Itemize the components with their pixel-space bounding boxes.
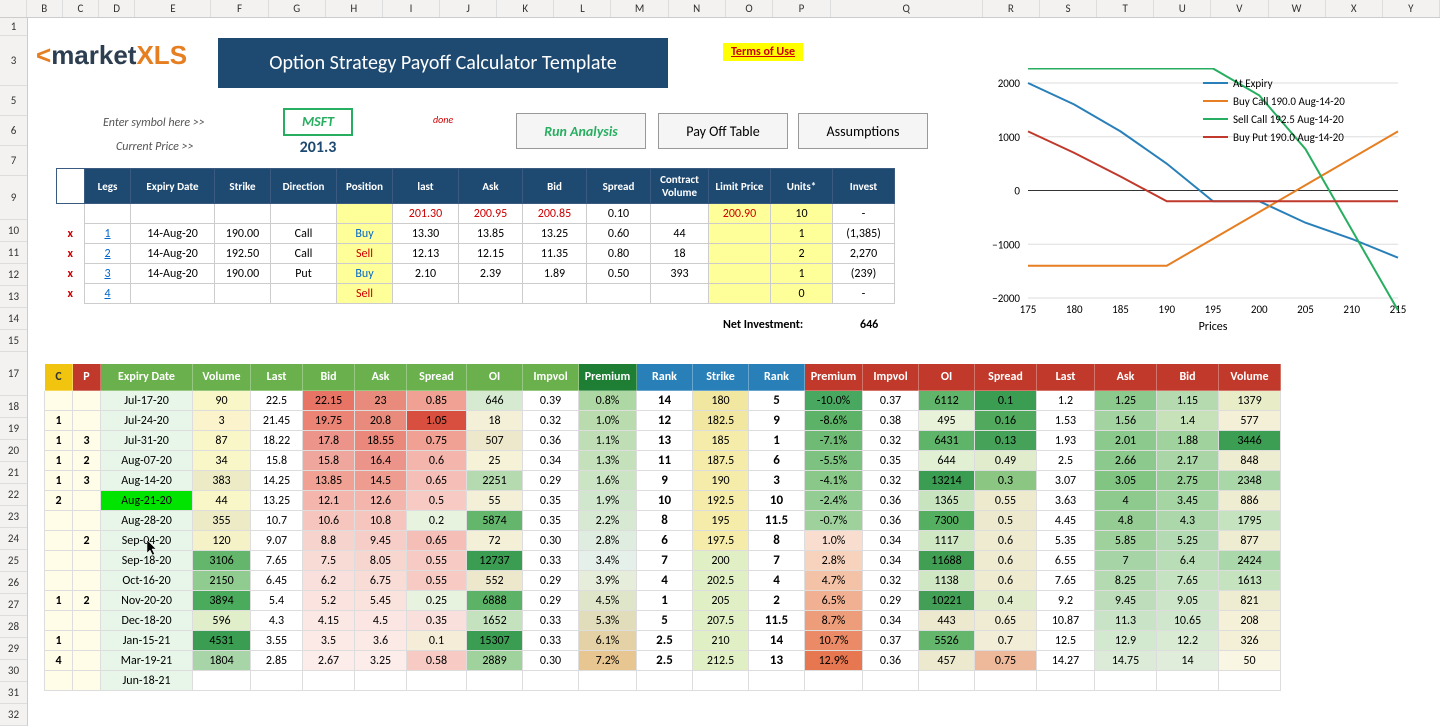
legs-table: LegsExpiry DateStrikeDirectionPositionla… <box>56 168 895 304</box>
svg-text:190: 190 <box>1158 303 1175 316</box>
enter-symbol-label: Enter symbol here >> <box>103 116 205 130</box>
terms-link[interactable]: Terms of Use <box>723 43 803 61</box>
payoff-table-button[interactable]: Pay Off Table <box>658 113 788 149</box>
svg-text:195: 195 <box>1205 303 1222 316</box>
svg-text:−2000: −2000 <box>992 292 1020 305</box>
done-status: done <box>433 113 453 126</box>
page-title: Option Strategy Payoff Calculator Templa… <box>218 38 668 88</box>
svg-text:2000: 2000 <box>998 77 1021 90</box>
svg-text:205: 205 <box>1297 303 1314 316</box>
run-analysis-button[interactable]: Run Analysis <box>516 113 646 149</box>
row-headers: 1356791011121314151718192021222324252627… <box>0 18 28 726</box>
svg-text:1000: 1000 <box>998 131 1021 144</box>
net-investment-value: 646 <box>860 318 878 332</box>
svg-text:Sell Call 192.5 Aug-14-20: Sell Call 192.5 Aug-14-20 <box>1233 113 1344 126</box>
options-table: CPExpiry DateVolumeLastBidAskSpreadOIImp… <box>44 363 1281 691</box>
svg-text:Buy Call 190.0 Aug-14-20: Buy Call 190.0 Aug-14-20 <box>1233 95 1345 108</box>
svg-text:210: 210 <box>1343 303 1360 316</box>
opt-body: Jul-17-209022.522.15230.856460.390.8%141… <box>45 391 1281 691</box>
net-investment-label: Net Investment: <box>723 318 803 332</box>
svg-text:180: 180 <box>1066 303 1083 316</box>
legs-body: 201.30200.95200.850.10200.9010-x114-Aug-… <box>57 204 895 304</box>
svg-text:200: 200 <box>1251 303 1268 316</box>
payoff-chart: −2000 −1000 0 1000 2000 175 180 185 190 195 200 205… <box>968 68 1440 338</box>
svg-text:Buy Put 190.0 Aug-14-20: Buy Put 190.0 Aug-14-20 <box>1233 131 1344 144</box>
chart-legend: At Expiry Buy Call 190.0 Aug-14-20 Sell Ca… <box>1203 77 1345 144</box>
symbol-input[interactable]: MSFT <box>283 108 353 136</box>
assumptions-button[interactable]: Assumptions <box>798 113 928 149</box>
opt-header-row: CPExpiry DateVolumeLastBidAskSpreadOIImp… <box>45 364 1281 391</box>
svg-text:−1000: −1000 <box>992 238 1020 251</box>
current-price-value: 201.3 <box>283 138 353 157</box>
marketxls-logo: <marketXLS <box>36 40 187 71</box>
svg-text:Prices: Prices <box>1199 320 1228 334</box>
legs-header-row: LegsExpiry DateStrikeDirectionPositionla… <box>57 169 895 204</box>
chart-axes: −2000 −1000 0 1000 2000 175 180 185 190 195 200 205… <box>992 77 1406 334</box>
svg-text:0: 0 <box>1014 185 1020 198</box>
current-price-label: Current Price >> <box>116 140 194 154</box>
svg-text:175: 175 <box>1020 303 1037 316</box>
column-headers: BCDEFGHIJKLMNOPQRSTUVWXY <box>0 0 1440 18</box>
svg-text:185: 185 <box>1112 303 1129 316</box>
svg-text:At Expiry: At Expiry <box>1233 77 1273 90</box>
